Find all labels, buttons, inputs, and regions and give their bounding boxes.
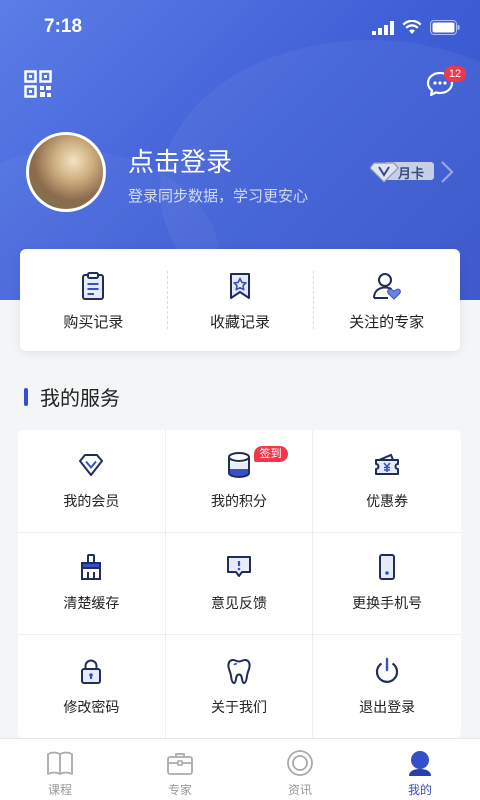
tab-courses[interactable]: 课程 (0, 739, 120, 800)
section-title-text: 我的服务 (40, 388, 120, 410)
feedback-icon (226, 556, 251, 578)
chevron-right-icon[interactable] (440, 160, 454, 184)
news-icon (287, 750, 313, 776)
services-grid: 我的会员 我的积分 签到 优惠券 清楚缓存 意见反馈 更换手机号 修改密码 关于… (18, 430, 461, 738)
book-icon (47, 751, 73, 775)
service-label: 意见反馈 (210, 595, 267, 612)
quick-actions-card: 购买记录 收藏记录 关注的专家 (20, 249, 460, 351)
favorites-history-button[interactable]: 收藏记录 (166, 249, 314, 351)
quick-action-label: 购买记录 (63, 314, 124, 331)
qr-code-icon[interactable] (24, 70, 52, 98)
quick-action-label: 收藏记录 (210, 314, 271, 331)
login-prompt[interactable]: 点击登录 (128, 142, 232, 179)
phone-icon (379, 554, 396, 581)
tooth-icon (227, 658, 251, 684)
sign-in-tag[interactable]: 签到 (253, 446, 288, 462)
service-clear-cache[interactable]: 清楚缓存 (18, 532, 166, 636)
service-label: 关于我们 (210, 698, 267, 715)
service-logout[interactable]: 退出登录 (313, 635, 461, 738)
service-about-us[interactable]: 关于我们 (166, 635, 314, 738)
wifi-icon (402, 20, 422, 34)
login-subtitle: 登录同步数据，学习更安心 (128, 188, 309, 205)
service-my-membership[interactable]: 我的会员 (18, 430, 166, 533)
service-change-password[interactable]: 修改密码 (18, 635, 166, 738)
service-label: 优惠券 (366, 492, 409, 509)
briefcase-icon (167, 753, 193, 775)
clipboard-icon (82, 272, 105, 300)
profile-icon (409, 751, 431, 776)
service-label: 退出登录 (359, 698, 416, 715)
status-time: 7:18 (44, 16, 83, 37)
tab-label: 我的 (407, 783, 432, 797)
quick-action-label: 关注的专家 (349, 314, 425, 331)
tab-label: 专家 (167, 783, 192, 797)
user-heart-icon (372, 273, 401, 300)
service-label: 清楚缓存 (63, 595, 120, 612)
power-icon (376, 657, 399, 683)
service-my-points[interactable]: 我的积分 签到 (165, 430, 314, 533)
service-label: 我的会员 (63, 492, 120, 509)
service-label: 更换手机号 (352, 595, 423, 612)
tab-experts[interactable]: 专家 (120, 739, 240, 800)
purchase-history-button[interactable]: 购买记录 (20, 249, 167, 351)
status-bar: 7:18 (0, 0, 480, 54)
diamond-icon (79, 453, 104, 476)
tab-label: 资讯 (287, 783, 312, 797)
signal-icon (372, 20, 394, 35)
broom-icon (81, 554, 102, 581)
battery-icon (430, 20, 460, 35)
service-label: 修改密码 (63, 698, 120, 715)
section-accent-bar (24, 387, 28, 406)
tab-mine[interactable]: 我的 (360, 739, 480, 800)
service-coupons[interactable]: 优惠券 (313, 430, 461, 533)
service-label: 我的积分 (210, 492, 267, 509)
bookmark-star-icon (230, 273, 250, 299)
tab-label: 课程 (47, 783, 72, 797)
followed-experts-button[interactable]: 关注的专家 (313, 249, 460, 351)
services-section-title: 我的服务 (24, 382, 120, 411)
lock-icon (81, 659, 102, 684)
status-indicators (372, 20, 460, 35)
service-feedback[interactable]: 意见反馈 (165, 532, 314, 636)
tab-news[interactable]: 资讯 (240, 739, 360, 800)
message-count-badge: 12 (444, 66, 466, 82)
avatar[interactable] (26, 132, 106, 212)
vip-card-label: 月卡 (398, 166, 425, 181)
service-change-phone[interactable]: 更换手机号 (313, 533, 461, 636)
coupon-icon (375, 453, 400, 475)
bottom-tab-bar: 课程 专家 资讯 我的 (0, 738, 480, 800)
coins-icon (227, 451, 250, 478)
